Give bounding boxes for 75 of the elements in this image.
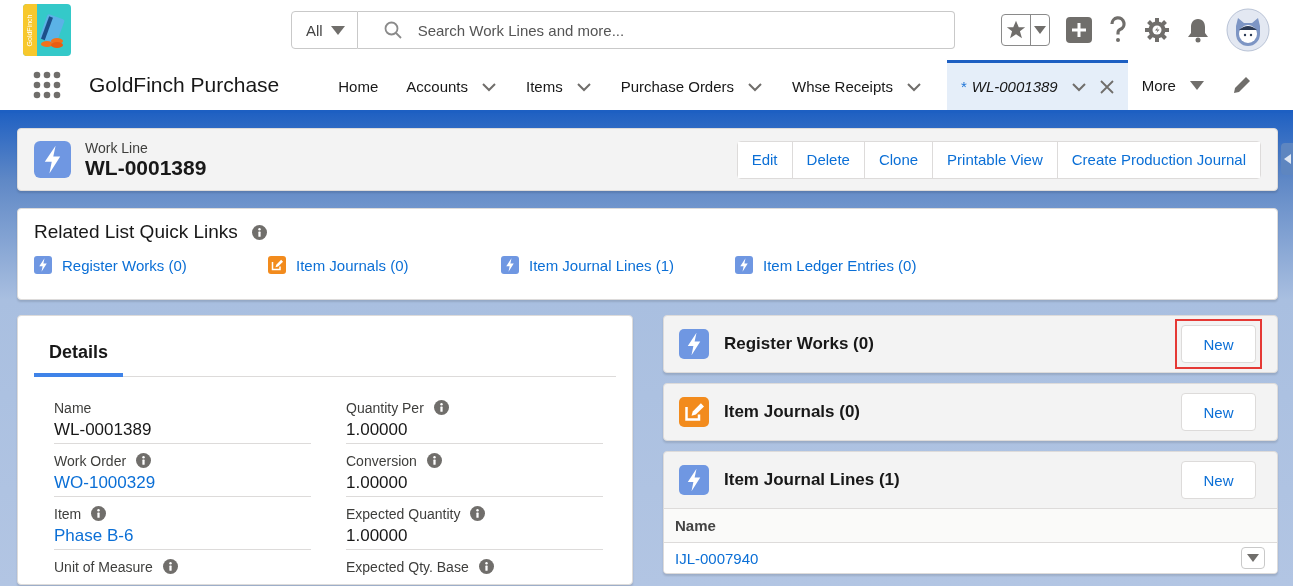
pencil-note-icon: [268, 256, 286, 274]
field-label: Quantity Per: [346, 399, 424, 416]
field-link[interactable]: WO-1000329: [54, 473, 311, 493]
quick-link[interactable]: Register Works (0): [34, 256, 268, 274]
field-label: Expected Qty. Base: [346, 558, 469, 575]
caret-down-icon: [330, 25, 345, 35]
add-icon[interactable]: [1066, 17, 1092, 43]
tab-label: Whse Receipts: [792, 78, 893, 95]
field-value: 1.00000: [346, 473, 409, 493]
related-list-title: Item Journals (0): [724, 402, 861, 422]
row-menu-button[interactable]: [1241, 547, 1265, 569]
pencil-note-icon: [679, 397, 709, 427]
more-menu[interactable]: More: [1127, 60, 1218, 110]
nav-tab[interactable]: Whse Receipts: [778, 60, 937, 110]
help-icon[interactable]: [1108, 16, 1128, 44]
panel-toggle[interactable]: [1281, 143, 1293, 175]
quick-link[interactable]: Item Journals (0): [268, 256, 501, 274]
favorites-menu-button[interactable]: [1030, 15, 1049, 45]
nav-tab[interactable]: Home: [324, 60, 393, 110]
record-title: WL-0001389: [85, 155, 207, 180]
field-value: WL-0001389: [54, 420, 153, 440]
tab-label: WL-0001389: [971, 78, 1058, 95]
quick-links-title: Related List Quick Links: [34, 221, 238, 243]
field-label: Conversion: [346, 452, 417, 469]
app-name: GoldFinch Purchase: [89, 73, 280, 97]
caret-left-icon: [1283, 154, 1291, 164]
lightning-bolt-icon: [735, 256, 753, 274]
lightning-bolt-icon: [679, 465, 709, 495]
star-icon: [1005, 19, 1027, 41]
search-field[interactable]: Search Work Lines and more...: [357, 11, 955, 49]
lightning-bolt-icon: [34, 141, 71, 178]
tab-label: Accounts: [406, 78, 468, 95]
quick-link[interactable]: Item Journal Lines (1): [501, 256, 735, 274]
nav-tab[interactable]: * WL-0001389: [946, 60, 1128, 110]
caret-down-icon: [1189, 80, 1204, 90]
column-header: Name: [675, 517, 716, 534]
nav-tab[interactable]: Purchase Orders: [606, 60, 779, 110]
field-label: Unit of Measure: [54, 558, 153, 575]
lightning-bolt-icon: [679, 329, 709, 359]
user-avatar[interactable]: [1226, 8, 1270, 52]
record-link[interactable]: IJL-0007940: [675, 549, 759, 567]
field-label: Item: [54, 505, 82, 522]
settings-icon[interactable]: [1144, 17, 1170, 43]
new-button[interactable]: New: [1181, 461, 1256, 499]
related-list-title: Register Works (0): [724, 334, 874, 354]
tab-label: Purchase Orders: [620, 78, 735, 95]
field-label: Work Order: [54, 452, 127, 469]
search-scope-dropdown[interactable]: All: [291, 11, 358, 49]
field-label: Name: [54, 399, 92, 416]
nav-tab[interactable]: Items: [512, 60, 607, 110]
app-launcher-icon[interactable]: [33, 71, 61, 99]
action-button[interactable]: Create Production Journal: [1056, 141, 1260, 178]
new-button[interactable]: New: [1181, 393, 1256, 431]
field-value: 1.00000: [346, 526, 409, 546]
related-list-title: Item Journal Lines (1): [724, 470, 900, 490]
object-type-label: Work Line: [85, 139, 149, 156]
quick-link[interactable]: Item Ledger Entries (0): [735, 256, 917, 274]
new-button[interactable]: New: [1181, 325, 1256, 363]
field-value: 1.00000: [346, 420, 409, 440]
tab-label: Home: [338, 78, 379, 95]
pencil-icon[interactable]: [1231, 75, 1252, 95]
unsaved-mark: *: [960, 78, 967, 95]
caret-down-icon: [1034, 26, 1046, 34]
nav-tab[interactable]: Accounts: [392, 60, 512, 110]
tab-label: Items: [526, 78, 563, 95]
lightning-bolt-icon: [501, 256, 519, 274]
field-link[interactable]: Phase B-6: [54, 526, 311, 546]
close-icon[interactable]: [1099, 79, 1114, 94]
notifications-bell-icon[interactable]: [1186, 17, 1210, 43]
search-icon: [383, 21, 402, 39]
caret-down-icon: [1247, 554, 1259, 562]
details-tab[interactable]: Details: [34, 332, 124, 377]
info-icon: [251, 224, 267, 240]
field-label: Expected Quantity: [346, 505, 461, 522]
lightning-bolt-icon: [34, 256, 52, 274]
